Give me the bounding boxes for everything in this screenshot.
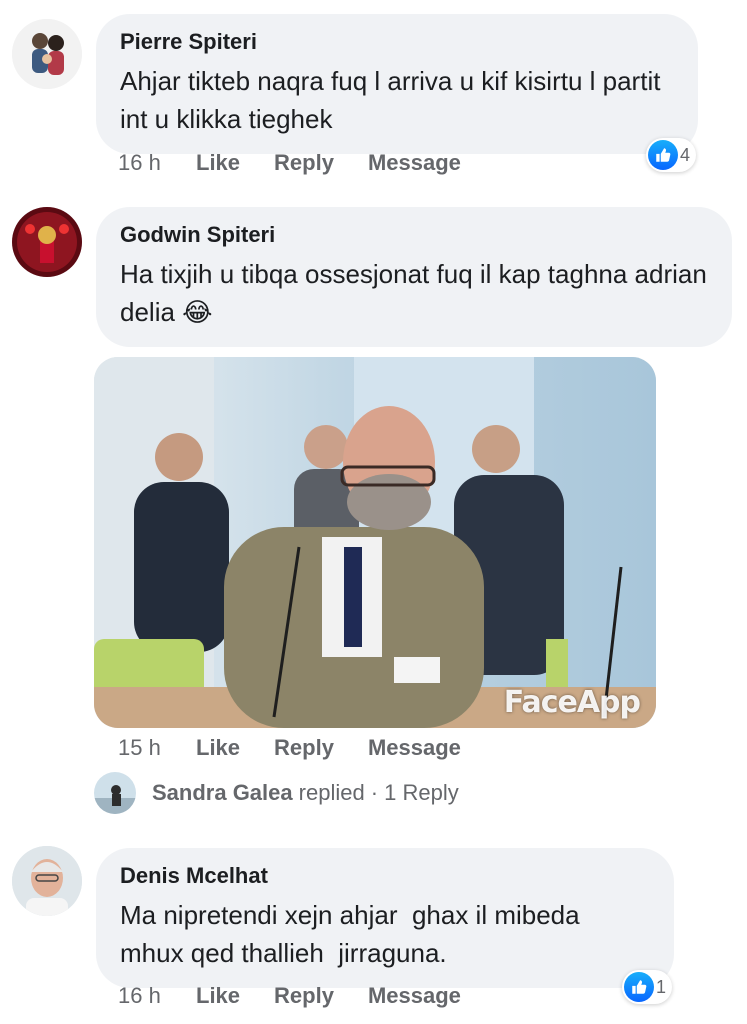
laughing-emoji: 😂: [182, 297, 213, 327]
avatar[interactable]: [12, 846, 82, 916]
timestamp[interactable]: 15 h: [118, 735, 196, 761]
reaction-number: 4: [680, 144, 691, 165]
reply-button[interactable]: Reply: [274, 150, 334, 176]
reply-author: Sandra Galea: [152, 780, 293, 805]
photo-watermark: FaceApp: [503, 685, 641, 720]
comment-photo[interactable]: FaceApp: [94, 357, 656, 728]
comment-text: Ha tixjih u tibqa ossesjonat fuq il kap …: [120, 259, 707, 327]
thumbs-up-icon: [624, 972, 654, 1002]
comment-author[interactable]: Pierre Spiteri: [120, 28, 674, 56]
comment-author[interactable]: Godwin Spiteri: [120, 221, 708, 249]
reply-label: replied: [298, 780, 365, 805]
comment-actions: 16 h Like Reply Message: [118, 983, 495, 1009]
like-button[interactable]: Like: [196, 735, 240, 761]
reply-count: · 1 Reply: [370, 780, 459, 805]
comment-text: Ma nipretendi xejn ahjar ghax il mibeda …: [120, 900, 587, 968]
replies-summary[interactable]: Sandra Galea replied · 1 Reply: [94, 772, 459, 814]
like-button[interactable]: Like: [196, 150, 240, 176]
timestamp[interactable]: 16 h: [118, 150, 196, 176]
avatar[interactable]: [12, 19, 82, 89]
comment-bubble: Godwin Spiteri Ha tixjih u tibqa ossesjo…: [96, 207, 732, 347]
avatar: [94, 772, 136, 814]
message-button[interactable]: Message: [368, 735, 461, 761]
reply-button[interactable]: Reply: [274, 983, 334, 1009]
comment-author[interactable]: Denis Mcelhat: [120, 862, 650, 890]
reaction-count[interactable]: 4: [646, 138, 697, 172]
reaction-number: 1: [656, 976, 667, 997]
comment-text: Ahjar tikteb naqra fuq l arriva u kif ki…: [120, 66, 661, 134]
comment-bubble: Pierre Spiteri Ahjar tikteb naqra fuq l …: [96, 14, 698, 154]
comment-actions: 16 h Like Reply Message: [118, 150, 495, 176]
message-button[interactable]: Message: [368, 983, 461, 1009]
comment-actions: 15 h Like Reply Message: [118, 735, 495, 761]
comment-bubble: Denis Mcelhat Ma nipretendi xejn ahjar g…: [96, 848, 674, 988]
message-button[interactable]: Message: [368, 150, 461, 176]
timestamp[interactable]: 16 h: [118, 983, 196, 1009]
reaction-count[interactable]: 1: [622, 970, 673, 1004]
avatar[interactable]: [12, 207, 82, 277]
like-button[interactable]: Like: [196, 983, 240, 1009]
thumbs-up-icon: [648, 140, 678, 170]
reply-button[interactable]: Reply: [274, 735, 334, 761]
